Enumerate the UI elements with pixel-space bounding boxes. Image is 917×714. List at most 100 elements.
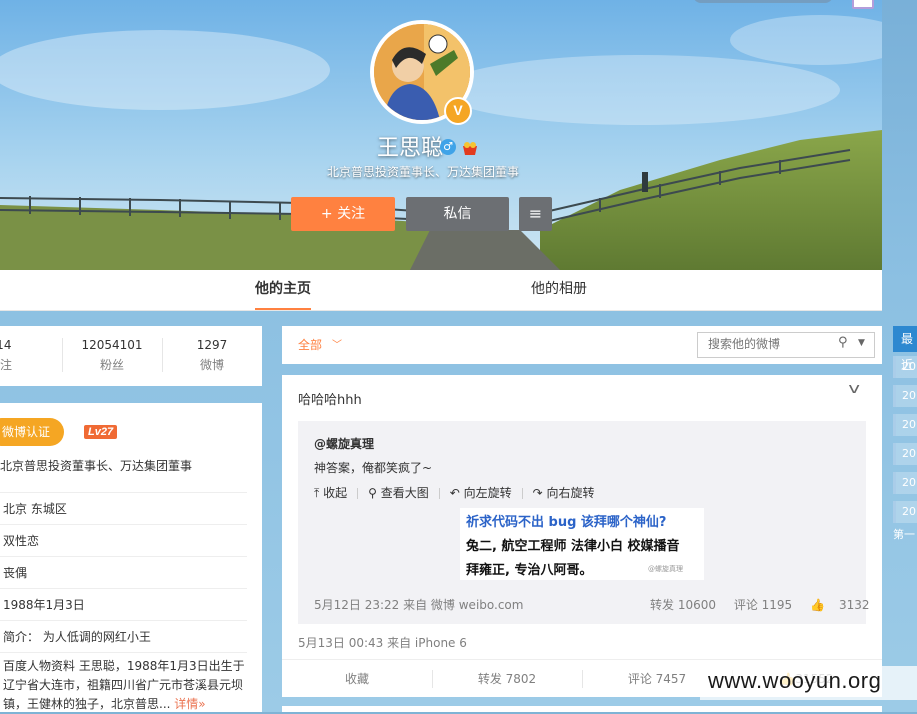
thumbs-up-icon: 👍 bbox=[810, 598, 825, 612]
male-gender-icon: ♂ bbox=[440, 139, 456, 155]
info-card: 微博认证 Lv27 北京普思投资董事长、万达集团董事 北京 东城区 双性恋 丧偶… bbox=[0, 403, 262, 712]
info-text: 丧偶 bbox=[3, 566, 28, 580]
menu-icon: ≡ bbox=[528, 204, 543, 223]
chevron-down-icon[interactable]: ﹀ bbox=[332, 336, 342, 351]
timeline-year[interactable]: 20 bbox=[893, 472, 917, 494]
forward-button[interactable]: 转发 7802 bbox=[432, 660, 582, 698]
feed-filter-bar: 全部 ﹀ ⚲ ▼ bbox=[282, 326, 882, 364]
repost-actions: 转发 10600 评论 1195 👍 3132 bbox=[650, 596, 898, 613]
view-large-label: 查看大图 bbox=[380, 486, 429, 500]
info-relationship: 丧偶 bbox=[0, 556, 247, 589]
repost-meta[interactable]: 5月12日 23:22 来自 微博 weibo.com bbox=[314, 596, 523, 613]
stat-number: 12054101 bbox=[81, 338, 143, 352]
vip-icon[interactable] bbox=[461, 140, 479, 156]
stat-number: 214 bbox=[0, 338, 12, 352]
filter-all[interactable]: 全部 bbox=[298, 336, 322, 353]
reposted-content: @螺旋真理 神答案，俺都笑疯了~ ⤒ 收起 ⚲ 查看大图 ↶ 向左旋转 ↷ 向右旋转 … bbox=[298, 421, 870, 624]
rotate-left-icon: ↶ bbox=[449, 486, 464, 500]
dropdown-triangle-icon[interactable]: ▼ bbox=[858, 338, 865, 348]
media-toolbar: ⤒ 收起 ⚲ 查看大图 ↶ 向左旋转 ↷ 向右旋转 bbox=[314, 484, 605, 501]
follow-label: 关注 bbox=[337, 206, 366, 222]
baike-text: 百度人物资料 王思聪，1988年1月3日出生于辽宁省大连市，祖籍四川省广元市苍溪… bbox=[3, 659, 245, 711]
plus-icon: + bbox=[320, 206, 338, 222]
top-corner-icon[interactable] bbox=[852, 0, 874, 9]
timeline-recent[interactable]: 最近 bbox=[893, 326, 917, 372]
info-text: 双性恋 bbox=[3, 534, 40, 548]
chevron-down-icon[interactable]: v bbox=[848, 381, 860, 397]
stat-label: 粉丝 bbox=[99, 358, 124, 372]
divider bbox=[62, 338, 63, 372]
timeline-year[interactable]: 20 bbox=[893, 385, 917, 407]
info-text: 1988年1月3日 bbox=[3, 598, 85, 612]
repost-like-button[interactable]: 👍 3132 bbox=[810, 598, 884, 612]
stat-fans[interactable]: 12054101 粉丝 bbox=[69, 338, 155, 373]
info-text: 简介： 为人低调的网红小王 bbox=[3, 630, 151, 644]
divider bbox=[357, 488, 359, 499]
rotate-right-label: 向右旋转 bbox=[546, 486, 595, 500]
image-text-line: 祈求代码不出 bug 该拜哪个神仙? bbox=[466, 515, 667, 530]
more-menu-button[interactable]: ≡ bbox=[519, 197, 552, 231]
verify-badge[interactable]: 微博认证 bbox=[0, 418, 64, 446]
image-watermark: @螺旋真理 bbox=[648, 565, 683, 573]
profile-bio: 北京普思投资董事长、万达集团董事 bbox=[326, 165, 519, 179]
verify-description: 北京普思投资董事长、万达集团董事 bbox=[0, 459, 193, 473]
baike-summary: 百度人物资料 王思聪，1988年1月3日出生于辽宁省大连市，祖籍四川省广元市苍溪… bbox=[3, 657, 249, 714]
tab-home[interactable]: 他的主页 bbox=[255, 270, 311, 310]
weibo-post: 哈哈哈hhh v @螺旋真理 神答案，俺都笑疯了~ ⤒ 收起 ⚲ 查看大图 ↶ 向左… bbox=[282, 375, 882, 697]
next-post-edge bbox=[282, 706, 882, 712]
info-text: 北京 东城区 bbox=[3, 502, 67, 516]
feed-search: ⚲ ▼ bbox=[697, 332, 875, 358]
timeline-year[interactable]: 20 bbox=[893, 443, 917, 465]
verified-badge-icon: V bbox=[444, 97, 472, 125]
repost-comment-link[interactable]: 评论 1195 bbox=[734, 598, 792, 612]
timeline-year[interactable]: 20 bbox=[893, 356, 917, 378]
info-orientation: 双性恋 bbox=[0, 524, 247, 557]
timeline-nav: 最近 20 20 20 20 20 20 第一 bbox=[893, 326, 917, 546]
repost-text: 神答案，俺都笑疯了~ bbox=[314, 461, 433, 475]
zoom-icon: ⚲ bbox=[368, 486, 381, 500]
divider bbox=[438, 488, 440, 499]
info-birthday: 1988年1月3日 bbox=[0, 588, 247, 621]
timeline-first[interactable]: 第一 bbox=[893, 526, 915, 542]
favorite-button[interactable]: 收藏 bbox=[282, 660, 432, 698]
stat-label: 微博 bbox=[199, 358, 224, 372]
search-icon[interactable]: ⚲ bbox=[838, 335, 848, 350]
post-meta[interactable]: 5月13日 00:43 来自 iPhone 6 bbox=[298, 634, 467, 651]
stats-card: 214 关注 12054101 粉丝 1297 微博 bbox=[0, 326, 262, 386]
divider bbox=[0, 652, 247, 654]
details-link[interactable]: 详情» bbox=[174, 697, 205, 711]
rotate-left-label: 向左旋转 bbox=[463, 486, 512, 500]
rotate-left-button[interactable]: ↶ 向左旋转 bbox=[450, 484, 512, 501]
site-watermark: www.wooyun.org bbox=[708, 668, 882, 693]
image-text-line: 拜雍正, 专治八阿哥。 bbox=[466, 563, 593, 578]
stat-weibo[interactable]: 1297 微博 bbox=[169, 338, 255, 373]
collapse-label: 收起 bbox=[323, 486, 348, 500]
post-text: 哈哈哈hhh bbox=[298, 393, 362, 408]
divider bbox=[521, 488, 523, 499]
follow-button[interactable]: + 关注 bbox=[291, 197, 395, 231]
rotate-right-icon: ↷ bbox=[532, 486, 547, 500]
top-search-pill[interactable] bbox=[693, 0, 833, 3]
profile-tabs: 他的主页 他的相册 bbox=[0, 270, 882, 311]
image-text-line: 兔二, 航空工程师 法律小白 校媒播音 bbox=[466, 539, 680, 554]
like-count: 3132 bbox=[838, 598, 870, 612]
timeline-year[interactable]: 20 bbox=[893, 414, 917, 436]
level-badge[interactable]: Lv27 bbox=[84, 425, 118, 439]
post-image[interactable]: 祈求代码不出 bug 该拜哪个神仙? 兔二, 航空工程师 法律小白 校媒播音 拜… bbox=[460, 508, 704, 580]
collapse-button[interactable]: ⤒ 收起 bbox=[314, 484, 347, 501]
repost-forward-link[interactable]: 转发 10600 bbox=[650, 598, 716, 612]
collapse-icon: ⤒ bbox=[314, 486, 324, 500]
stat-following[interactable]: 214 关注 bbox=[0, 338, 43, 373]
divider bbox=[162, 338, 163, 372]
message-button[interactable]: 私信 bbox=[406, 197, 509, 231]
timeline-year[interactable]: 20 bbox=[893, 501, 917, 523]
view-large-button[interactable]: ⚲ 查看大图 bbox=[368, 484, 429, 501]
rotate-right-button[interactable]: ↷ 向右旋转 bbox=[533, 484, 595, 501]
feed-search-input[interactable] bbox=[698, 333, 846, 355]
repost-author-link[interactable]: @螺旋真理 bbox=[314, 435, 374, 452]
tab-album[interactable]: 他的相册 bbox=[531, 270, 587, 310]
info-intro: 简介： 为人低调的网红小王 bbox=[0, 620, 247, 653]
info-location: 北京 东城区 bbox=[0, 492, 247, 525]
stat-label: 关注 bbox=[0, 358, 12, 372]
stat-number: 1297 bbox=[196, 338, 228, 352]
